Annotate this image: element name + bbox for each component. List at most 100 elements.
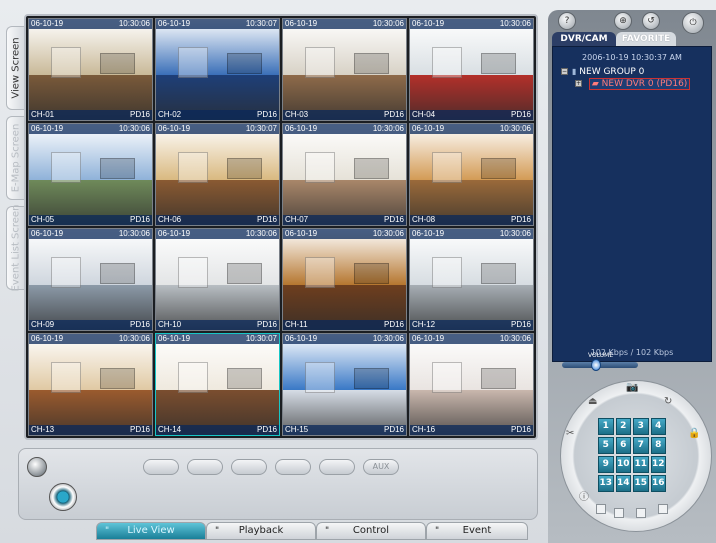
camera-cell[interactable]: 06-10-19 10:30:06 CH-10 PD16 <box>155 228 280 331</box>
camera-cell[interactable]: 06-10-19 10:30:06 CH-05 PD16 <box>28 123 153 226</box>
camera-cell[interactable]: 06-10-19 10:30:07 CH-14 PD16 <box>155 333 280 436</box>
camera-date: 06-10-19 <box>31 124 64 133</box>
scene-detail <box>432 47 462 78</box>
camera-channel: CH-15 <box>285 425 309 434</box>
lock-icon[interactable]: 🔒 <box>688 428 700 439</box>
layout-9-icon[interactable] <box>636 508 646 518</box>
control-button-2[interactable] <box>187 459 223 475</box>
help-icon[interactable]: ? <box>558 12 576 30</box>
tab-view-screen[interactable]: View Screen <box>6 26 24 110</box>
camera-date: 06-10-19 <box>158 124 191 133</box>
camera-source: PD16 <box>129 425 150 434</box>
camera-source: PD16 <box>510 320 531 329</box>
channel-key[interactable]: 13 <box>598 475 614 492</box>
camera-cell[interactable]: 06-10-19 10:30:07 CH-02 PD16 <box>155 18 280 121</box>
tab-event[interactable]: " Event <box>426 522 528 540</box>
control-button-5[interactable] <box>319 459 355 475</box>
camera-header: 06-10-19 10:30:06 <box>410 124 533 134</box>
channel-key[interactable]: 2 <box>615 418 631 435</box>
expand-icon[interactable]: + <box>575 80 582 87</box>
full-screen-button[interactable] <box>49 483 77 511</box>
power-icon[interactable]: ⏻ <box>682 12 704 34</box>
scene-detail <box>100 368 135 389</box>
channel-key[interactable]: 8 <box>650 437 666 454</box>
camera-cell[interactable]: 06-10-19 10:30:06 CH-12 PD16 <box>409 228 534 331</box>
tab-live-view[interactable]: " Live View <box>96 522 206 540</box>
collapse-icon[interactable]: − <box>561 68 568 75</box>
channel-key[interactable]: 11 <box>633 456 649 473</box>
channel-key[interactable]: 5 <box>598 437 614 454</box>
channel-key[interactable]: 1 <box>598 418 614 435</box>
camera-cell[interactable]: 06-10-19 10:30:06 CH-11 PD16 <box>282 228 407 331</box>
channel-key[interactable]: 16 <box>650 475 666 492</box>
tab-label: Playback <box>238 525 284 536</box>
camera-source: PD16 <box>256 110 277 119</box>
camera-time: 10:30:06 <box>118 19 150 28</box>
control-button-1[interactable] <box>143 459 179 475</box>
camera-cell[interactable]: 06-10-19 10:30:06 CH-04 PD16 <box>409 18 534 121</box>
camera-cell[interactable]: 06-10-19 10:30:07 CH-06 PD16 <box>155 123 280 226</box>
layout-16-icon[interactable] <box>658 504 668 514</box>
camera-cell[interactable]: 06-10-19 10:30:06 CH-13 PD16 <box>28 333 153 436</box>
scene-detail <box>51 47 81 78</box>
aux-button[interactable]: AUX <box>363 459 399 475</box>
channel-key[interactable]: 6 <box>615 437 631 454</box>
channel-key[interactable]: 12 <box>650 456 666 473</box>
camera-cell[interactable]: 06-10-19 10:30:06 CH-16 PD16 <box>409 333 534 436</box>
camera-cell[interactable]: 06-10-19 10:30:06 CH-09 PD16 <box>28 228 153 331</box>
channel-key[interactable]: 4 <box>650 418 666 435</box>
folder-icon: ▮ <box>572 67 577 76</box>
channel-key[interactable]: 7 <box>633 437 649 454</box>
camera-cell[interactable]: 06-10-19 10:30:06 CH-08 PD16 <box>409 123 534 226</box>
channel-key[interactable]: 10 <box>615 456 631 473</box>
tree-node-group[interactable]: − ▮ NEW GROUP 0 <box>561 67 644 77</box>
refresh-icon[interactable]: ↺ <box>642 12 660 30</box>
camera-date: 06-10-19 <box>158 334 191 343</box>
scene-detail <box>227 368 262 389</box>
control-button-3[interactable] <box>231 459 267 475</box>
tab-label: View Screen <box>10 37 21 99</box>
camera-channel: CH-01 <box>31 110 55 119</box>
channel-key[interactable]: 14 <box>615 475 631 492</box>
tab-emap-screen[interactable]: E-Map Screen <box>6 116 24 200</box>
network-icon[interactable]: ⊕ <box>614 12 632 30</box>
scene-detail <box>178 362 208 393</box>
camera-source: PD16 <box>256 215 277 224</box>
scene-detail <box>100 158 135 179</box>
camera-footer: CH-01 PD16 <box>29 110 152 120</box>
camera-header: 06-10-19 10:30:06 <box>283 229 406 239</box>
control-button-4[interactable] <box>275 459 311 475</box>
camera-date: 06-10-19 <box>285 229 318 238</box>
channel-key[interactable]: 9 <box>598 456 614 473</box>
rotate-icon[interactable]: ↻ <box>664 396 672 407</box>
device-tree: 2006-10-19 10:30:37 AM − ▮ NEW GROUP 0 + … <box>552 46 712 362</box>
camera-cell[interactable]: 06-10-19 10:30:06 CH-15 PD16 <box>282 333 407 436</box>
tab-event-list-screen[interactable]: Event List Screen <box>6 205 24 291</box>
channel-key[interactable]: 3 <box>633 418 649 435</box>
camera-channel: CH-13 <box>31 425 55 434</box>
layout-4-icon[interactable] <box>614 508 624 518</box>
tree-node-dvr[interactable]: + ▰ NEW DVR 0 (PD16) <box>575 78 691 90</box>
tab-favorite[interactable]: FAVORITE <box>616 32 676 46</box>
camera-time: 10:30:07 <box>245 334 277 343</box>
tab-playback[interactable]: " Playback <box>206 522 316 540</box>
record-icon[interactable]: ⏏ <box>588 396 597 407</box>
settings-round-button[interactable] <box>27 457 47 477</box>
channel-key[interactable]: 15 <box>633 475 649 492</box>
camera-channel: CH-09 <box>31 320 55 329</box>
camera-cell[interactable]: 06-10-19 10:30:06 CH-03 PD16 <box>282 18 407 121</box>
tools-icon[interactable]: ✂ <box>566 428 574 439</box>
layout-1-icon[interactable] <box>596 504 606 514</box>
tab-control[interactable]: " Control <box>316 522 426 540</box>
camera-date: 06-10-19 <box>158 19 191 28</box>
tab-dvr-cam[interactable]: DVR/CAM <box>552 32 616 46</box>
camera-header: 06-10-19 10:30:06 <box>410 229 533 239</box>
info-icon[interactable]: ⓘ <box>579 488 589 503</box>
camera-channel: CH-10 <box>158 320 182 329</box>
camera-cell[interactable]: 06-10-19 10:30:06 CH-01 PD16 <box>28 18 153 121</box>
camera-icon[interactable]: 📷 <box>626 382 638 393</box>
camera-cell[interactable]: 06-10-19 10:30:06 CH-07 PD16 <box>282 123 407 226</box>
scene-detail <box>51 152 81 183</box>
camera-source: PD16 <box>256 425 277 434</box>
scene-detail <box>227 263 262 284</box>
